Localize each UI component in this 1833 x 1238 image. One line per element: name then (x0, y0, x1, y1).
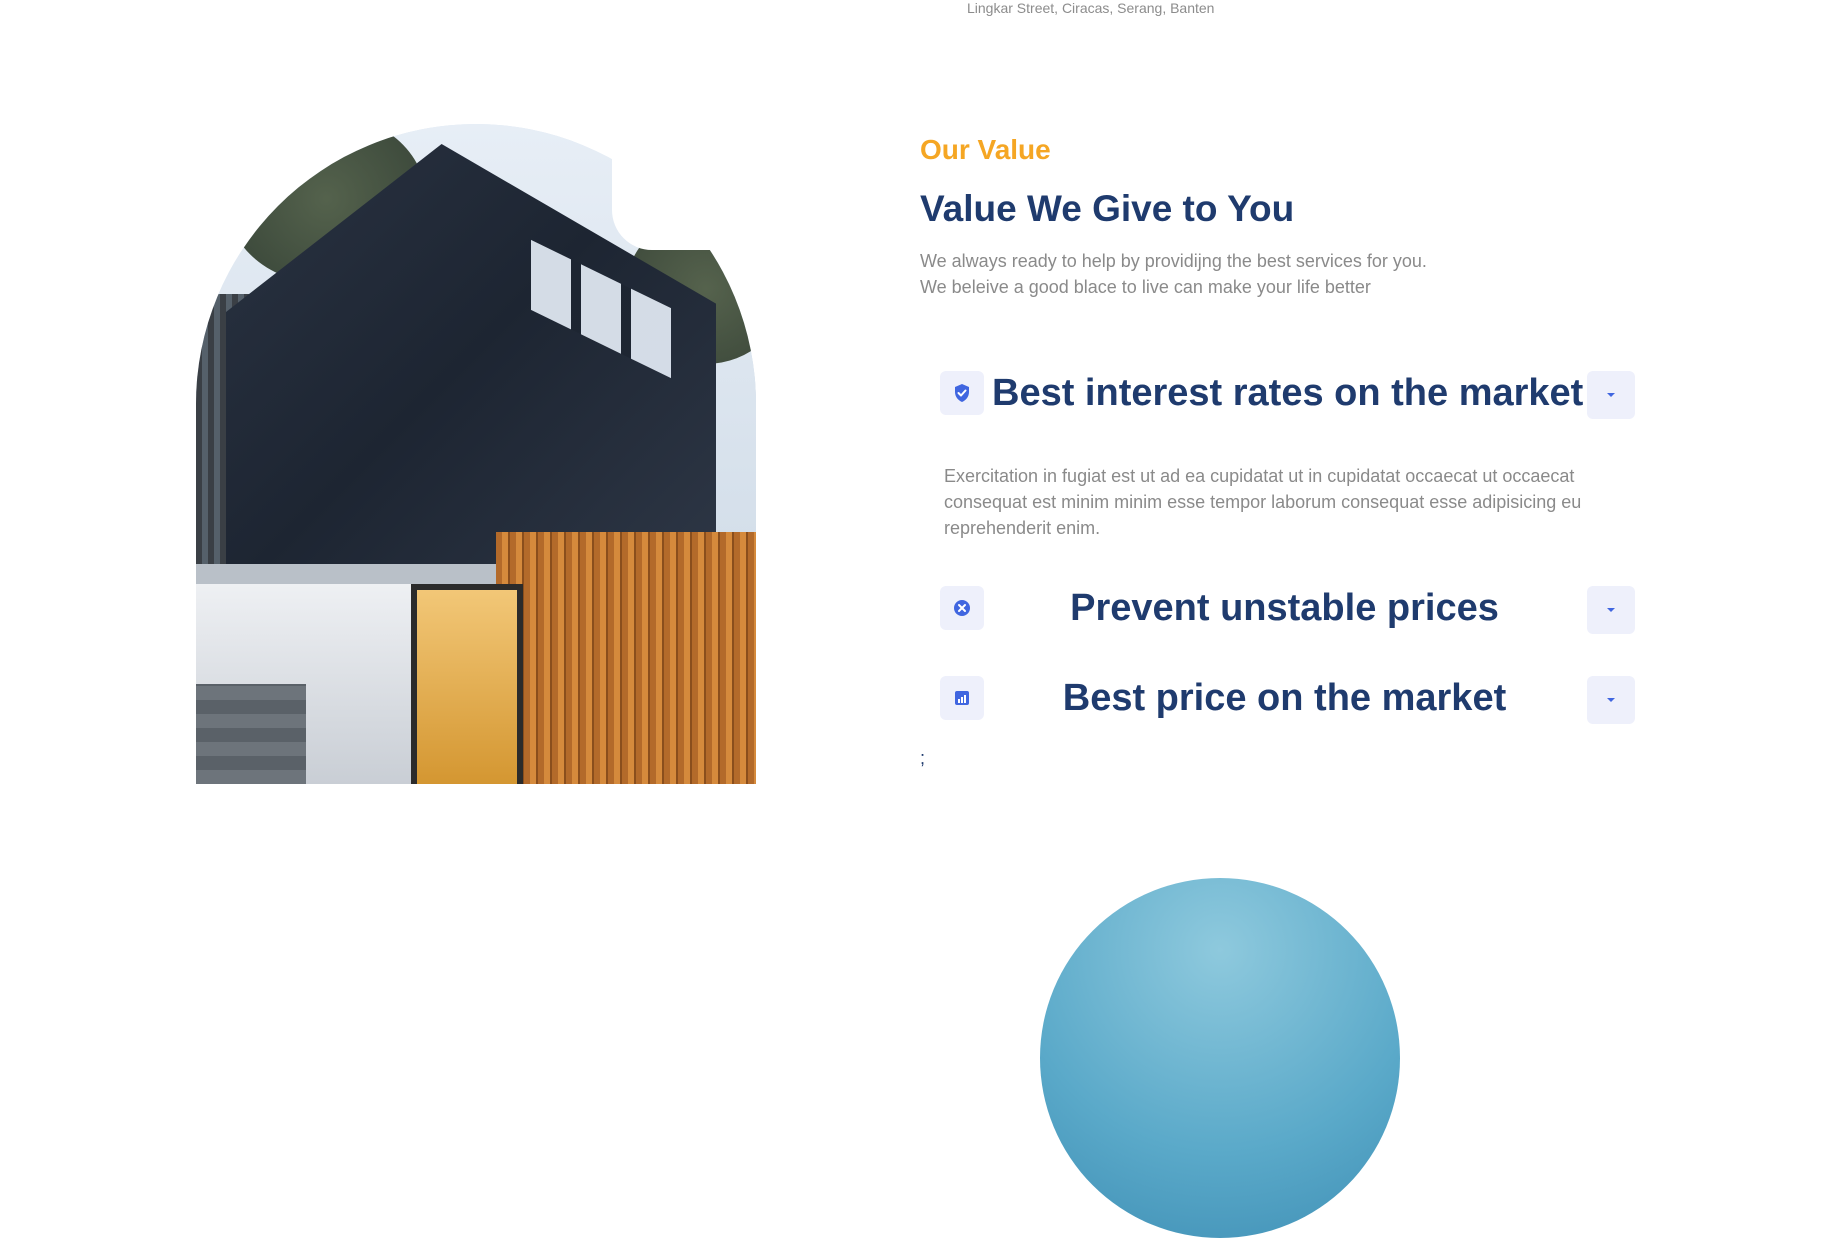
accordion-item-best-price[interactable]: Best price on the market (940, 676, 1635, 724)
accordion-item-interest-rates[interactable]: Best interest rates on the market (940, 371, 1635, 419)
chevron-down-icon[interactable] (1587, 371, 1635, 419)
description-line: We always ready to help by providijng th… (920, 251, 1427, 271)
accordion-title[interactable]: Best price on the market (994, 676, 1575, 720)
section-eyebrow: Our Value (920, 134, 1051, 165)
section-description: We always ready to help by providijng th… (920, 248, 1620, 300)
image-notch (612, 100, 782, 250)
chevron-down-icon[interactable] (1587, 586, 1635, 634)
close-circle-icon (940, 586, 984, 630)
accordion-item-unstable-prices[interactable]: Prevent unstable prices (940, 586, 1635, 634)
shield-check-icon (940, 371, 984, 415)
stray-text: ; (920, 748, 926, 768)
accordion-title[interactable]: Prevent unstable prices (994, 586, 1575, 630)
decorative-circle-image (1040, 878, 1400, 1238)
address-text: Lingkar Street, Ciracas, Serang, Banten (967, 0, 1215, 16)
section-title: Value We Give to You (920, 188, 1295, 229)
chevron-down-icon[interactable] (1587, 676, 1635, 724)
accordion-title[interactable]: Best interest rates on the market (992, 371, 1583, 415)
accordion-body: Exercitation in fugiat est ut ad ea cupi… (944, 466, 1582, 538)
analytics-icon (940, 676, 984, 720)
description-line: We beleive a good blace to live can make… (920, 277, 1371, 297)
